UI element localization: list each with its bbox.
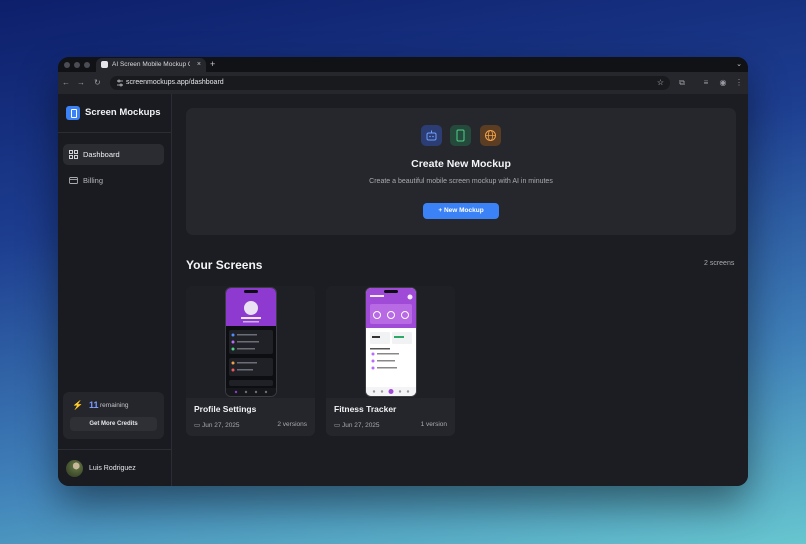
screen-name: Profile Settings (194, 404, 257, 414)
lightning-icon: ⚡ (72, 400, 84, 410)
sidebar-item-dashboard[interactable]: Dashboard (63, 144, 164, 165)
calendar-icon: ▭ (334, 422, 342, 429)
address-bar[interactable]: screenmockups.app/dashboard ☆ (110, 76, 670, 90)
reload-icon[interactable]: ↻ (94, 72, 101, 94)
sidebar-item-label: Dashboard (83, 150, 120, 159)
app-logo-icon (66, 106, 80, 120)
calendar-icon: ▭ (194, 422, 202, 429)
hero-subtitle: Create a beautiful mobile screen mockup … (369, 178, 553, 185)
credits-label: remaining (100, 402, 129, 409)
get-more-credits-button[interactable]: Get More Credits (70, 417, 157, 431)
robot-icon (421, 125, 442, 146)
divider (58, 132, 171, 133)
phone-icon (450, 125, 471, 146)
screen-date-text: Jun 27, 2025 (341, 422, 380, 429)
url-text: screenmockups.app/dashboard (126, 79, 224, 86)
divider (58, 449, 171, 450)
media-icon[interactable]: ≡ (700, 77, 712, 89)
section-title: Your Screens (186, 258, 263, 272)
tab-title: AI Screen Mobile Mockup Ge (112, 61, 190, 68)
globe-icon (480, 125, 501, 146)
favicon-icon (101, 61, 108, 68)
screen-preview (326, 286, 455, 398)
hero-title: Create New Mockup (411, 158, 511, 170)
credit-card-icon (69, 177, 78, 184)
site-settings-icon[interactable] (116, 79, 124, 87)
screen-card-fitness-tracker[interactable]: Fitness Tracker ▭ Jun 27, 2025 1 version (326, 286, 455, 436)
browser-menu-icon[interactable]: ⋮ (733, 77, 745, 89)
browser-toolbar: ← → ↻ screenmockups.app/dashboard ☆ ⧉ ≡ … (58, 72, 748, 94)
create-mockup-panel: Create New Mockup Create a beautiful mob… (186, 108, 736, 235)
screen-versions: 1 version (420, 421, 447, 428)
screen-versions: 2 versions (277, 421, 307, 428)
extensions-icon[interactable]: ⧉ (676, 77, 688, 89)
sidebar: Screen Mockups Dashboard Billing ⚡ 11 re… (58, 94, 172, 486)
profile-icon[interactable]: ◉ (717, 77, 729, 89)
new-mockup-button[interactable]: + New Mockup (423, 203, 499, 219)
new-mockup-label: New Mockup (443, 207, 484, 214)
credits-count: 11 (89, 400, 99, 410)
screen-card-profile-settings[interactable]: Profile Settings ▭ Jun 27, 2025 2 versio… (186, 286, 315, 436)
tab-search-icon[interactable]: ⌄ (736, 57, 742, 72)
screen-date: ▭ Jun 27, 2025 (194, 421, 240, 429)
user-name: Luis Rodriguez (89, 465, 136, 472)
tab-strip: AI Screen Mobile Mockup Ge × + ⌄ (58, 57, 748, 72)
browser-tab[interactable]: AI Screen Mobile Mockup Ge × (96, 58, 206, 72)
maximize-window-icon[interactable] (84, 62, 90, 68)
bookmark-star-icon[interactable]: ☆ (657, 76, 664, 90)
credits-panel: ⚡ 11 remaining Get More Credits (63, 392, 164, 439)
page-content: Screen Mockups Dashboard Billing ⚡ 11 re… (58, 94, 748, 486)
forward-icon[interactable]: → (77, 72, 85, 94)
browser-window: AI Screen Mobile Mockup Ge × + ⌄ ← → ↻ s… (58, 57, 748, 486)
minimize-window-icon[interactable] (74, 62, 80, 68)
phone-mockup-image (225, 287, 277, 397)
close-window-icon[interactable] (64, 62, 70, 68)
avatar (66, 460, 83, 477)
phone-mockup-image (365, 287, 417, 397)
screen-date: ▭ Jun 27, 2025 (334, 421, 380, 429)
dashboard-icon (69, 150, 78, 159)
new-tab-button[interactable]: + (210, 57, 215, 72)
sidebar-item-label: Billing (83, 176, 104, 185)
screen-name: Fitness Tracker (334, 404, 397, 414)
brand-name: Screen Mockups (85, 107, 161, 118)
back-icon[interactable]: ← (62, 72, 70, 94)
screens-count: 2 screens (704, 260, 735, 267)
sidebar-item-billing[interactable]: Billing (63, 170, 164, 191)
screen-date-text: Jun 27, 2025 (201, 422, 240, 429)
tab-close-icon[interactable]: × (197, 58, 201, 72)
screen-preview (186, 286, 315, 398)
